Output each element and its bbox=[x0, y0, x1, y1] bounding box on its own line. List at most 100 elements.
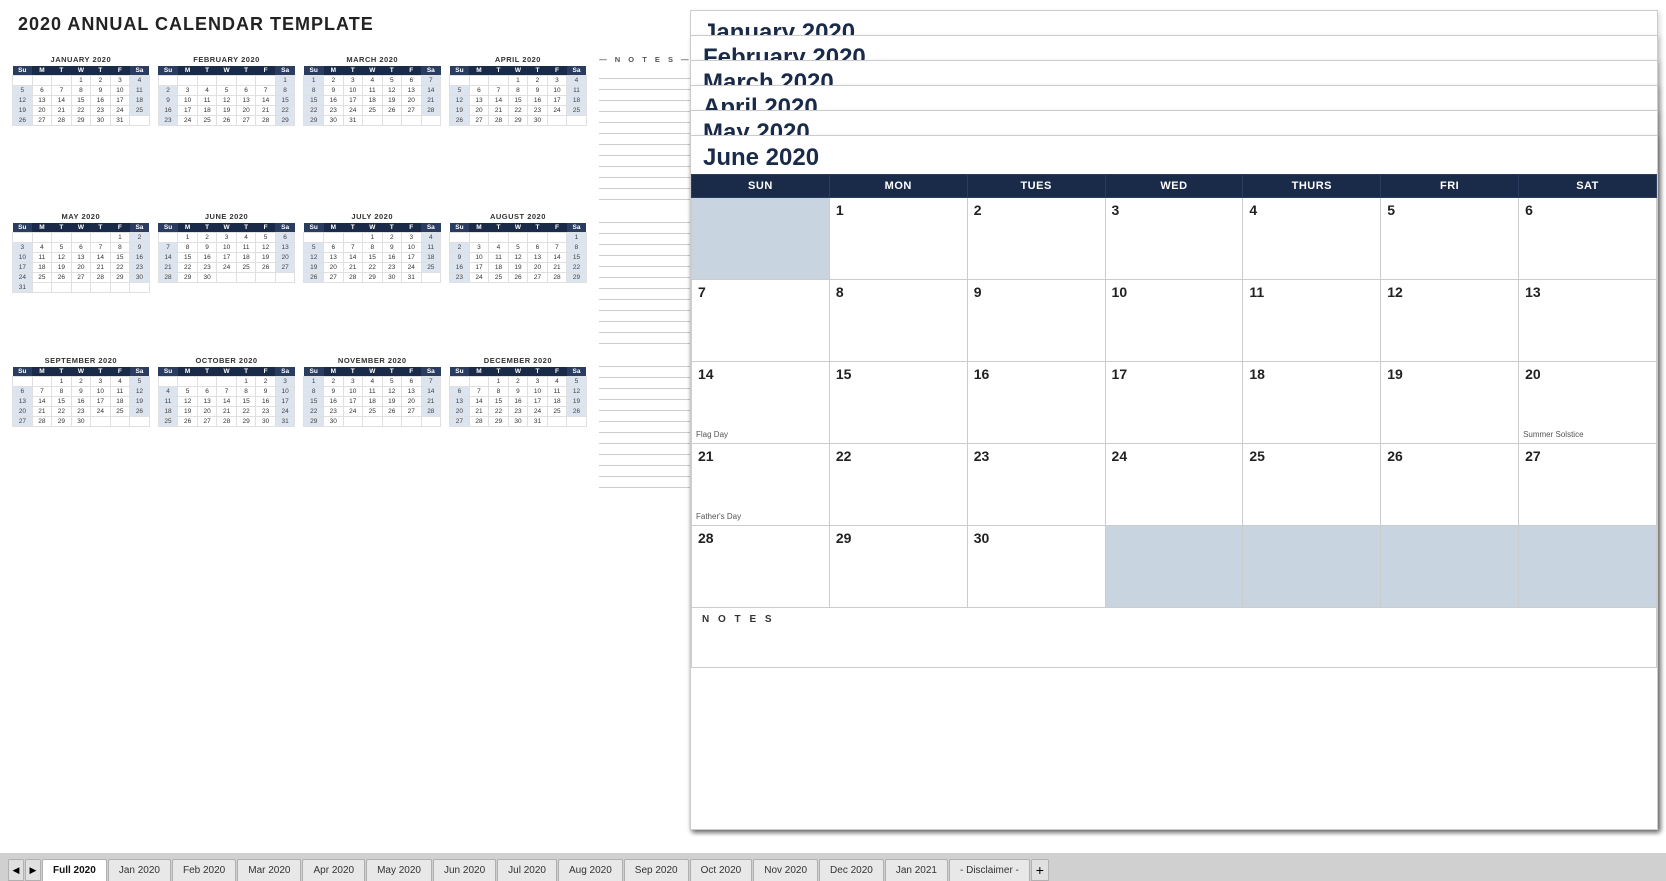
tab-feb-2020[interactable]: Feb 2020 bbox=[172, 859, 236, 881]
mini-cal-cell: 30 bbox=[324, 417, 344, 427]
notes-line bbox=[599, 422, 692, 433]
mini-cal-jul: JULY 2020 SuMTWTFSa 12345678910111213141… bbox=[303, 212, 441, 344]
mini-cal-cell bbox=[110, 417, 130, 427]
tab-add-button[interactable]: + bbox=[1031, 859, 1049, 881]
mini-cal-cell: 6 bbox=[32, 86, 52, 96]
mini-cal-cell: 13 bbox=[71, 253, 91, 263]
mini-cal-cell: 20 bbox=[469, 106, 489, 116]
mini-cal-cell: 10 bbox=[217, 243, 237, 253]
mini-cal-cell: 10 bbox=[528, 387, 548, 397]
mini-cal-feb-title: FEBRUARY 2020 bbox=[158, 55, 296, 64]
mini-cal-cell: 19 bbox=[178, 407, 198, 417]
mini-cal-cell: 23 bbox=[324, 106, 344, 116]
mini-cal-cell: 16 bbox=[256, 397, 276, 407]
mini-cal-cell: 17 bbox=[275, 397, 295, 407]
tab-scroll-right[interactable]: ▶ bbox=[25, 859, 41, 881]
tab-may-2020[interactable]: May 2020 bbox=[366, 859, 432, 881]
tab-jun-2020[interactable]: Jun 2020 bbox=[433, 859, 496, 881]
mini-cal-cell: 15 bbox=[71, 96, 91, 106]
tab-aug-2020[interactable]: Aug 2020 bbox=[558, 859, 623, 881]
mini-cal-sep: SEPTEMBER 2020 SuMTWTFSa 123456789101112… bbox=[12, 356, 150, 488]
mini-cal-cell: 7 bbox=[52, 86, 72, 96]
mini-cal-cell: 28 bbox=[91, 273, 111, 283]
stacked-area: January 2020 SUN MON TUES WED THURS FRI … bbox=[690, 10, 1658, 845]
mini-cal-cell: 14 bbox=[421, 86, 441, 96]
mini-cal-cell: 2 bbox=[382, 233, 402, 243]
mini-cal-cell: 25 bbox=[110, 407, 130, 417]
mini-cal-cell: 14 bbox=[158, 253, 178, 263]
tab-jul-2020[interactable]: Jul 2020 bbox=[497, 859, 557, 881]
mini-cal-cell: 14 bbox=[52, 96, 72, 106]
mini-cal-cell bbox=[32, 283, 52, 293]
notes-line bbox=[599, 223, 692, 234]
mini-cal-cell: 24 bbox=[217, 263, 237, 273]
mini-cal-cell bbox=[197, 76, 217, 86]
col-mon: MON bbox=[829, 175, 967, 198]
mini-cal-cell: 23 bbox=[382, 263, 402, 273]
mini-cal-cell: 10 bbox=[275, 387, 295, 397]
notes-line bbox=[599, 112, 692, 123]
mini-cal-cell: 1 bbox=[275, 76, 295, 86]
table-cell: 8 bbox=[829, 280, 967, 362]
mini-cal-cell: 22 bbox=[275, 106, 295, 116]
mini-cal-cell bbox=[421, 116, 441, 126]
tab-mar-2020[interactable]: Mar 2020 bbox=[237, 859, 301, 881]
table-cell: 21Father's Day bbox=[692, 444, 830, 526]
tab-apr-2020[interactable]: Apr 2020 bbox=[302, 859, 365, 881]
mini-cal-cell: 12 bbox=[382, 86, 402, 96]
mini-cal-cell: 11 bbox=[363, 86, 383, 96]
mini-cal-cell: 14 bbox=[343, 253, 363, 263]
notes-line bbox=[599, 256, 692, 267]
event-summer-solstice: Summer Solstice bbox=[1523, 430, 1583, 439]
tab-jan-2020[interactable]: Jan 2020 bbox=[108, 859, 171, 881]
mini-cal-cell: 27 bbox=[197, 417, 217, 427]
mini-cal-cell: 13 bbox=[324, 253, 344, 263]
mini-cal-cell bbox=[71, 233, 91, 243]
mini-cal-cell: 25 bbox=[158, 417, 178, 427]
tab-jan-2021[interactable]: Jan 2021 bbox=[885, 859, 948, 881]
mini-cal-cell: 16 bbox=[450, 263, 470, 273]
mini-cal-cell: 27 bbox=[469, 116, 489, 126]
mini-cal-cell bbox=[197, 377, 217, 387]
mini-cal-cell: 10 bbox=[110, 86, 130, 96]
mini-cal-cell bbox=[32, 76, 52, 86]
mini-cal-cell: 26 bbox=[567, 407, 587, 417]
notes-line bbox=[599, 311, 692, 322]
mini-cal-cell: 21 bbox=[421, 96, 441, 106]
notes-line bbox=[599, 278, 692, 289]
table-cell: 3 bbox=[1105, 198, 1243, 280]
mini-cal-cell: 26 bbox=[450, 116, 470, 126]
mini-cal-cell: 5 bbox=[178, 387, 198, 397]
tab-disclaimer[interactable]: - Disclaimer - bbox=[949, 859, 1030, 881]
mini-cal-cell: 9 bbox=[450, 253, 470, 263]
mini-cal-cell: 15 bbox=[178, 253, 198, 263]
mini-cal-jan-title: JANUARY 2020 bbox=[12, 55, 150, 64]
tab-oct-2020[interactable]: Oct 2020 bbox=[690, 859, 753, 881]
notes-line bbox=[599, 134, 692, 145]
mini-cal-cell bbox=[469, 377, 489, 387]
notes-line bbox=[599, 145, 692, 156]
mini-cal-cell: 17 bbox=[13, 263, 33, 273]
mini-cal-cell: 30 bbox=[508, 417, 528, 427]
mini-cal-cell: 24 bbox=[469, 273, 489, 283]
mini-cal-cell: 20 bbox=[71, 263, 91, 273]
mini-cal-cell: 16 bbox=[130, 253, 150, 263]
mini-cal-cell bbox=[547, 417, 567, 427]
tab-dec-2020[interactable]: Dec 2020 bbox=[819, 859, 884, 881]
mini-cal-cell: 7 bbox=[421, 377, 441, 387]
table-cell: 30 bbox=[967, 526, 1105, 608]
tab-full-2020[interactable]: Full 2020 bbox=[42, 859, 107, 881]
table-cell: 9 bbox=[967, 280, 1105, 362]
mini-cal-cell: 13 bbox=[528, 253, 548, 263]
mini-cal-cell: 15 bbox=[304, 96, 324, 106]
table-cell: 19 bbox=[1381, 362, 1519, 444]
mini-cal-cell: 20 bbox=[402, 397, 422, 407]
mini-cal-cell: 21 bbox=[421, 397, 441, 407]
mini-cal-row-1: JANUARY 2020 SuMTWTFSa 12345678910111213… bbox=[12, 55, 692, 200]
tab-scroll-left[interactable]: ◀ bbox=[8, 859, 24, 881]
tab-sep-2020[interactable]: Sep 2020 bbox=[624, 859, 689, 881]
mini-cal-cell: 29 bbox=[489, 417, 509, 427]
mini-cal-cell: 25 bbox=[567, 106, 587, 116]
table-cell: 18 bbox=[1243, 362, 1381, 444]
tab-nov-2020[interactable]: Nov 2020 bbox=[753, 859, 818, 881]
